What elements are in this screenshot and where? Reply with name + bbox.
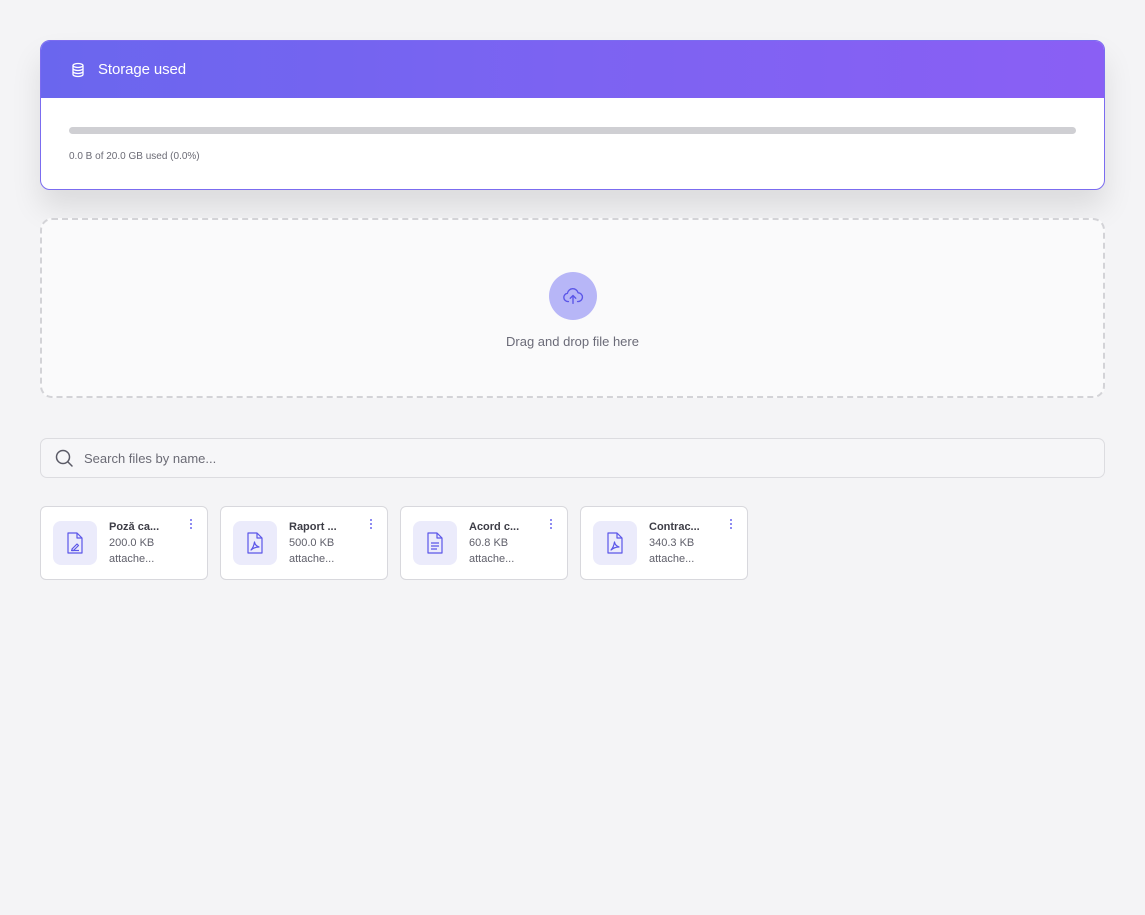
file-menu-button[interactable] — [727, 517, 735, 531]
file-card[interactable]: Contrac... 340.3 KB attache... — [580, 506, 748, 580]
storage-body: 0.0 B of 20.0 GB used (0.0%) — [41, 98, 1104, 162]
upload-button[interactable] — [548, 271, 597, 320]
file-grid: Poză ca... 200.0 KB attache... Raport ..… — [40, 506, 748, 580]
file-info: Poză ca... 200.0 KB attache... — [109, 519, 169, 567]
file-card[interactable]: Acord c... 60.8 KB attache... — [400, 506, 568, 580]
text-file-icon — [413, 521, 457, 565]
dropzone-label: Drag and drop file here — [506, 333, 639, 349]
storage-summary: 0.0 B of 20.0 GB used (0.0%) — [69, 151, 200, 162]
file-size: 500.0 KB — [289, 537, 335, 549]
file-meta: attache... — [649, 553, 695, 565]
file-meta: attache... — [109, 553, 155, 565]
storage-header: Storage used — [41, 41, 1104, 98]
file-size: 340.3 KB — [649, 537, 695, 549]
file-meta: attache... — [469, 553, 515, 565]
file-card[interactable]: Raport ... 500.0 KB attache... — [220, 506, 388, 580]
file-info: Contrac... 340.3 KB attache... — [649, 519, 709, 567]
file-card[interactable]: Poză ca... 200.0 KB attache... — [40, 506, 208, 580]
storage-title: Storage used — [98, 61, 187, 78]
file-size: 200.0 KB — [109, 537, 155, 549]
pdf-file-icon — [233, 521, 277, 565]
storage-card: Storage used 0.0 B of 20.0 GB used (0.0%… — [40, 40, 1105, 190]
file-menu-button[interactable] — [187, 517, 195, 531]
database-icon — [70, 62, 86, 78]
search-icon — [54, 448, 74, 468]
file-menu-button[interactable] — [367, 517, 375, 531]
file-meta: attache... — [289, 553, 335, 565]
storage-progress-bar — [69, 127, 1076, 134]
cloud-upload-icon — [562, 287, 583, 304]
file-info: Raport ... 500.0 KB attache... — [289, 519, 349, 567]
file-menu-button[interactable] — [547, 517, 555, 531]
file-size: 60.8 KB — [469, 537, 509, 549]
image-file-icon — [53, 521, 97, 565]
file-name: Acord c... — [469, 521, 520, 533]
search-bar[interactable] — [40, 438, 1105, 478]
file-name: Contrac... — [649, 521, 700, 533]
search-input[interactable] — [82, 449, 1062, 467]
file-dropzone[interactable]: Drag and drop file here — [40, 218, 1105, 398]
pdf-file-icon — [593, 521, 637, 565]
file-info: Acord c... 60.8 KB attache... — [469, 519, 529, 567]
file-name: Poză ca... — [109, 521, 160, 533]
file-name: Raport ... — [289, 521, 337, 533]
